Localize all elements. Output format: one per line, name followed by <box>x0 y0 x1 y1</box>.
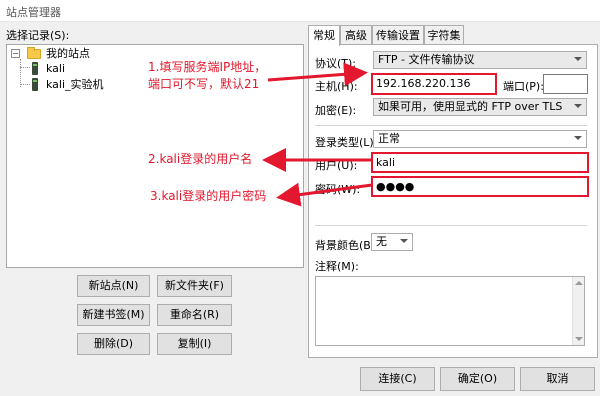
host-annotation-line2: 端口可不写，默认21 <box>148 77 260 91</box>
bg-color-label: 背景颜色(B) <box>315 239 376 252</box>
general-panel: 协议(T): FTP - 文件传输协议 主机(H): 192.168.220.1… <box>308 44 598 358</box>
scroll-up-icon[interactable] <box>575 281 583 285</box>
comments-label: 注释(M): <box>315 260 359 273</box>
password-input[interactable]: ●●●● <box>371 176 589 197</box>
host-label: 主机(H): <box>315 80 358 93</box>
bg-color-select[interactable]: 无 <box>371 233 413 251</box>
password-label: 密码(W): <box>315 183 361 196</box>
password-annotation: 3.kali登录的用户密码 <box>150 189 267 203</box>
protocol-value: FTP - 文件传输协议 <box>378 53 475 66</box>
rename-button[interactable]: 重命名(R) <box>157 304 232 326</box>
host-annotation-line1: 1.填写服务端IP地址， <box>148 60 267 74</box>
connect-button[interactable]: 连接(C) <box>360 367 435 391</box>
encryption-value: 如果可用，使用显式的 FTP over TLS <box>378 100 563 113</box>
cancel-button[interactable]: 取消 <box>520 367 595 391</box>
ok-button[interactable]: 确定(O) <box>440 367 515 391</box>
host-input[interactable]: 192.168.220.136 <box>371 73 497 95</box>
window-title: 站点管理器 <box>6 6 61 19</box>
tree-item-site[interactable]: kali <box>31 61 151 76</box>
password-value: ●●●● <box>376 180 415 193</box>
tree-item-label: kali <box>46 62 66 75</box>
scrollbar[interactable] <box>572 277 584 345</box>
chevron-down-icon <box>400 239 408 243</box>
comments-textarea[interactable] <box>315 276 585 346</box>
tree-item-label: kali_实验机 <box>46 78 104 91</box>
new-site-button[interactable]: 新站点(N) <box>77 275 150 297</box>
encryption-select[interactable]: 如果可用，使用显式的 FTP over TLS <box>373 98 587 116</box>
port-label: 端口(P): <box>503 80 544 93</box>
encryption-label: 加密(E): <box>315 104 357 117</box>
user-value: kali <box>376 156 396 169</box>
new-bookmark-button[interactable]: 新建书签(M) <box>77 304 150 326</box>
host-value: 192.168.220.136 <box>376 77 471 90</box>
chevron-down-icon <box>574 57 582 61</box>
collapse-icon[interactable]: − <box>11 49 20 58</box>
logon-type-select[interactable]: 正常 <box>373 130 587 148</box>
title-bar: 站点管理器 <box>0 0 600 22</box>
logon-type-value: 正常 <box>378 132 400 145</box>
server-icon <box>32 62 38 75</box>
tab-transfer-settings[interactable]: 传输设置 <box>372 25 424 45</box>
user-input[interactable]: kali <box>371 152 589 173</box>
separator <box>315 225 587 226</box>
separator <box>315 125 587 126</box>
user-label: 用户(U): <box>315 159 358 172</box>
delete-button[interactable]: 删除(D) <box>77 333 150 355</box>
select-entry-label: 选择记录(S): <box>6 29 70 42</box>
folder-icon <box>27 47 41 59</box>
scroll-down-icon[interactable] <box>575 337 583 341</box>
protocol-label: 协议(T): <box>315 57 357 70</box>
logon-type-label: 登录类型(L): <box>315 136 378 149</box>
new-folder-button[interactable]: 新文件夹(F) <box>157 275 232 297</box>
protocol-select[interactable]: FTP - 文件传输协议 <box>373 51 587 69</box>
server-icon <box>32 78 38 91</box>
tree-item-label: 我的站点 <box>46 47 90 60</box>
port-input[interactable] <box>543 74 588 94</box>
tree-item-site[interactable]: kali_实验机 <box>31 77 151 92</box>
chevron-down-icon <box>574 136 582 140</box>
tab-general[interactable]: 常规 <box>308 25 340 46</box>
chevron-down-icon <box>574 104 582 108</box>
copy-button[interactable]: 复制(I) <box>157 333 232 355</box>
tab-charset[interactable]: 字符集 <box>424 25 464 45</box>
user-annotation: 2.kali登录的用户名 <box>148 152 253 166</box>
tree-item-my-sites[interactable]: − 我的站点 <box>11 46 131 61</box>
bg-color-value: 无 <box>376 235 387 248</box>
tab-advanced[interactable]: 高级 <box>340 25 372 45</box>
